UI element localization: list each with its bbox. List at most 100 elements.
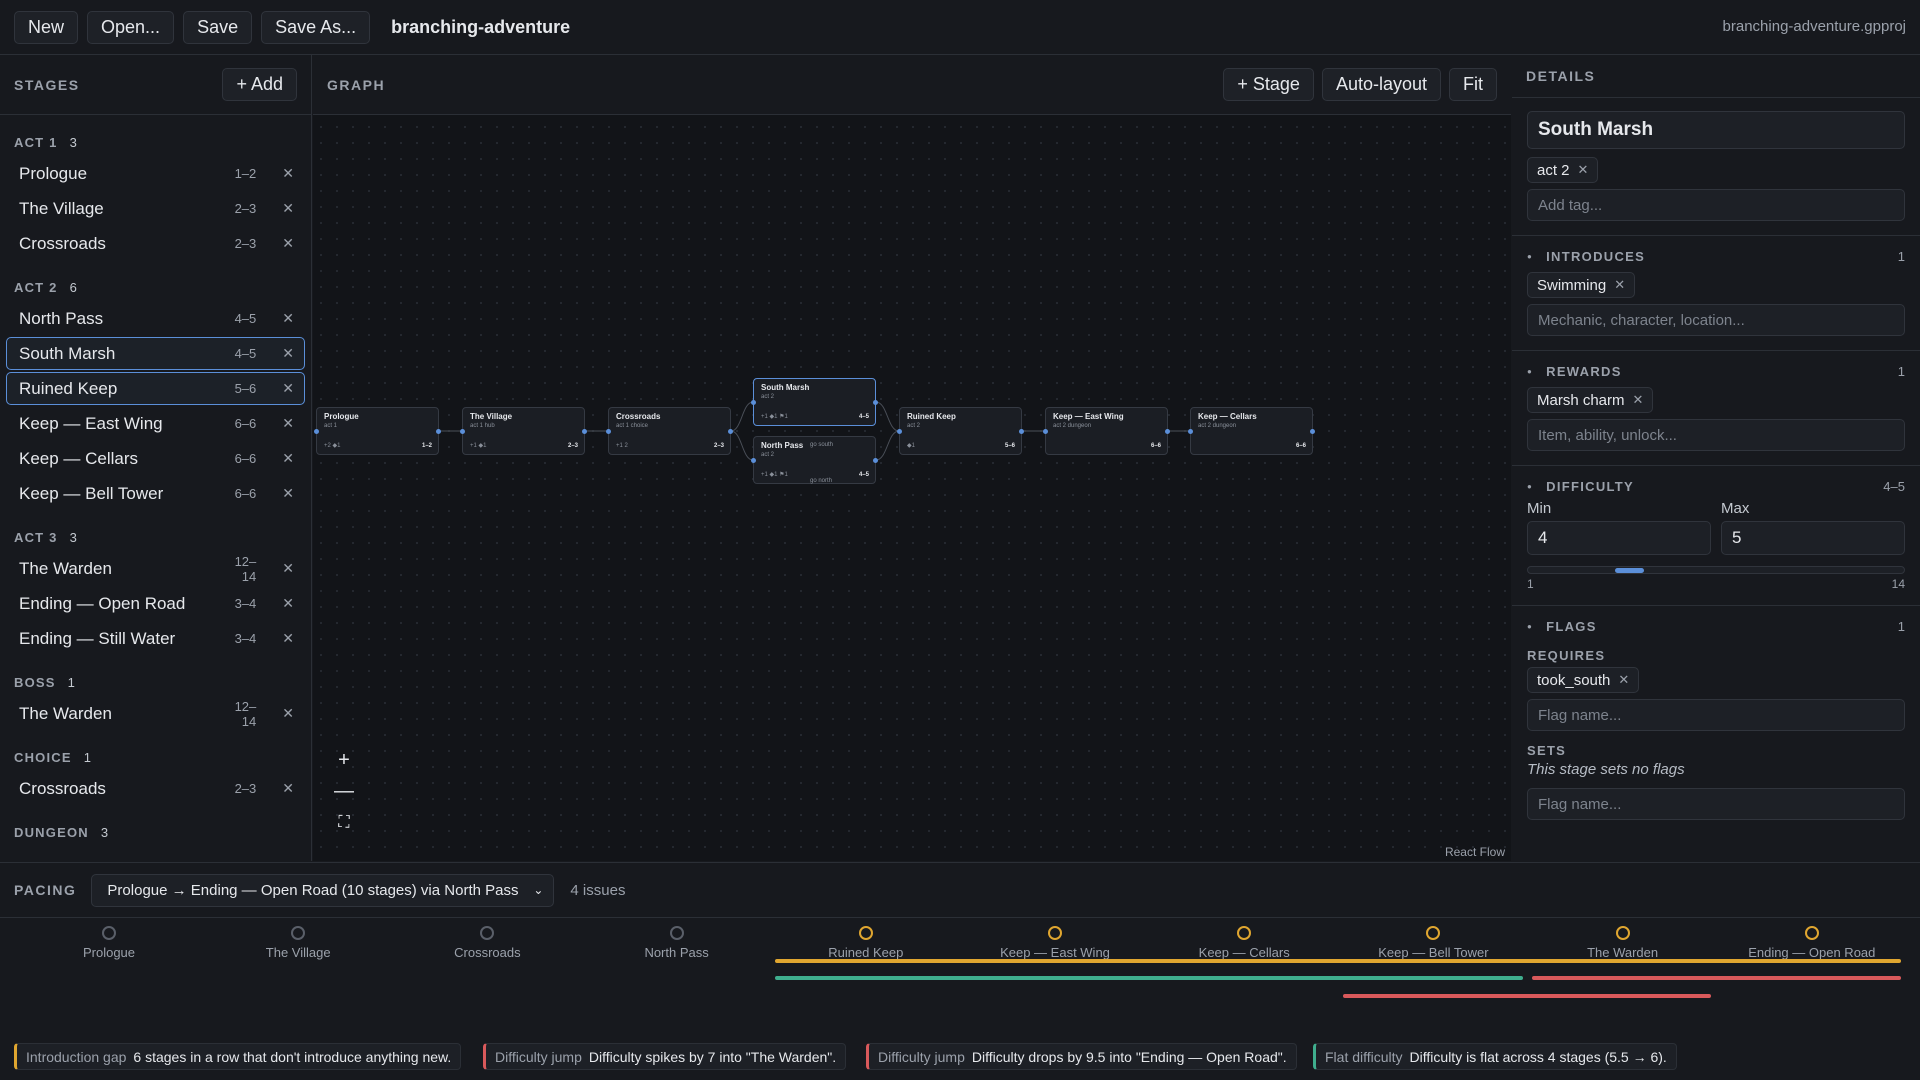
zoom-in-icon[interactable]: +	[330, 747, 358, 774]
fit-button[interactable]: Fit	[1449, 68, 1497, 101]
min-input[interactable]: 4	[1527, 521, 1711, 555]
graph-edge[interactable]	[875, 430, 900, 461]
graph-node[interactable]: Keep — Cellars act 2 dungeon 6–6	[1188, 407, 1315, 455]
stage-list-item[interactable]: Ending — Still Water 3–4 ✕	[6, 622, 305, 655]
issue-item[interactable]: Difficulty jump Difficulty spikes by 7 in…	[483, 1043, 847, 1070]
graph-canvas[interactable]: Prologue act 1 +2 ◆1 1–2 The Village act…	[313, 55, 1511, 861]
input-port-icon[interactable]	[314, 429, 319, 434]
input-port-icon[interactable]	[1043, 429, 1048, 434]
max-input[interactable]: 5	[1721, 521, 1905, 555]
delete-stage-icon[interactable]: ✕	[282, 450, 294, 467]
stage-list-item[interactable]: The Warden 12–14 ✕	[6, 552, 305, 585]
output-port-icon[interactable]	[1019, 429, 1024, 434]
delete-stage-icon[interactable]: ✕	[282, 705, 294, 722]
pacing-stage-node[interactable]: Keep — Cellars	[1149, 926, 1339, 960]
graph-node[interactable]: The Village act 1 hub +1 ◆1 2–3	[460, 407, 587, 455]
pacing-stage-node[interactable]: The Village	[203, 926, 393, 960]
path-select[interactable]: Prologue → Ending — Open Road (10 stages…	[91, 873, 555, 907]
pacing-stage-node[interactable]: The Warden	[1528, 926, 1718, 960]
issue-range-bar[interactable]	[775, 959, 1901, 963]
pacing-stage-node[interactable]: Keep — Bell Tower	[1338, 926, 1528, 960]
input-port-icon[interactable]	[751, 400, 756, 405]
save-as-button[interactable]: Save As...	[261, 10, 371, 44]
stage-name-input[interactable]: South Marsh	[1527, 111, 1905, 149]
new-button[interactable]: New	[14, 10, 79, 44]
pacing-stage-node[interactable]: Prologue	[14, 926, 204, 960]
remove-introduces-icon[interactable]: ✕	[1614, 277, 1625, 293]
sets-flag-input[interactable]: Flag name...	[1527, 788, 1905, 820]
introduces-input[interactable]: Mechanic, character, location...	[1527, 304, 1905, 336]
stage-list-item[interactable]: The Village 2–3 ✕	[6, 192, 305, 225]
stage-list-item[interactable]: Keep — Cellars 6–6 ✕	[6, 442, 305, 475]
graph-panel[interactable]: Prologue act 1 +2 ◆1 1–2 The Village act…	[313, 55, 1511, 861]
open-button[interactable]: Open...	[87, 10, 175, 44]
add-tag-input[interactable]: Add tag...	[1527, 189, 1905, 221]
input-port-icon[interactable]	[751, 458, 756, 463]
issue-item[interactable]: Difficulty jump Difficulty drops by 9.5 i…	[866, 1043, 1297, 1070]
output-port-icon[interactable]	[873, 400, 878, 405]
delete-stage-icon[interactable]: ✕	[282, 630, 294, 647]
collapse-icon[interactable]: ●	[1527, 622, 1533, 631]
output-port-icon[interactable]	[728, 429, 733, 434]
add-stage-button[interactable]: + Add	[222, 68, 297, 101]
pacing-stage-node[interactable]: Keep — East Wing	[960, 926, 1150, 960]
difficulty-range-fill[interactable]	[1614, 568, 1644, 573]
stage-list-item[interactable]: Ruined Keep 5–6 ✕	[6, 372, 305, 405]
pacing-stage-node[interactable]: Ruined Keep	[771, 926, 961, 960]
pacing-stage-node[interactable]: Crossroads	[392, 926, 582, 960]
input-port-icon[interactable]	[897, 429, 902, 434]
stage-list-item[interactable]: South Marsh 4–5 ✕	[6, 337, 305, 370]
stage-list-item[interactable]: Crossroads 2–3 ✕	[6, 772, 305, 805]
stage-list-item[interactable]: Keep — East Wing 6–6 ✕	[6, 407, 305, 440]
delete-stage-icon[interactable]: ✕	[282, 415, 294, 432]
graph-node[interactable]: Ruined Keep act 2 ◆1 5–6	[897, 407, 1024, 455]
collapse-icon[interactable]: ●	[1527, 367, 1533, 376]
output-port-icon[interactable]	[873, 458, 878, 463]
graph-edge[interactable]	[730, 430, 754, 461]
collapse-icon[interactable]: ●	[1527, 482, 1533, 491]
stage-list-item[interactable]: Ending — Open Road 3–4 ✕	[6, 587, 305, 620]
auto-layout-button[interactable]: Auto-layout	[1321, 68, 1441, 101]
stage-list-item[interactable]: The Warden 12–14 ✕	[6, 697, 305, 730]
delete-stage-icon[interactable]: ✕	[282, 235, 294, 252]
rewards-input[interactable]: Item, ability, unlock...	[1527, 419, 1905, 451]
fit-view-icon[interactable]: ⛶	[330, 809, 358, 836]
save-button[interactable]: Save	[183, 10, 253, 44]
remove-reward-icon[interactable]: ✕	[1633, 392, 1644, 408]
react-flow-attribution[interactable]: React Flow	[1445, 845, 1505, 859]
output-port-icon[interactable]	[436, 429, 441, 434]
remove-tag-icon[interactable]: ✕	[1578, 162, 1589, 178]
graph-node[interactable]: Prologue act 1 +2 ◆1 1–2	[314, 407, 441, 455]
output-port-icon[interactable]	[582, 429, 587, 434]
output-port-icon[interactable]	[1310, 429, 1315, 434]
difficulty-range-slider[interactable]	[1527, 566, 1905, 574]
delete-stage-icon[interactable]: ✕	[282, 165, 294, 182]
stage-list-item[interactable]: North Pass 4–5 ✕	[6, 302, 305, 335]
add-graph-stage-button[interactable]: + Stage	[1223, 68, 1314, 101]
stage-list-item[interactable]: Keep — Bell Tower 6–6 ✕	[6, 477, 305, 510]
input-port-icon[interactable]	[1188, 429, 1193, 434]
pacing-stage-node[interactable]: North Pass	[582, 926, 772, 960]
delete-stage-icon[interactable]: ✕	[282, 380, 294, 397]
graph-edge[interactable]	[730, 401, 754, 432]
issue-range-bar[interactable]	[775, 976, 1523, 980]
delete-stage-icon[interactable]: ✕	[282, 310, 294, 327]
graph-node[interactable]: South Marsh act 2 +1 ◆1 ⚑1 4–5	[751, 378, 878, 426]
graph-edge[interactable]	[875, 401, 900, 432]
delete-stage-icon[interactable]: ✕	[282, 780, 294, 797]
delete-stage-icon[interactable]: ✕	[282, 200, 294, 217]
issue-item[interactable]: Flat difficulty Difficulty is flat across…	[1313, 1043, 1677, 1070]
graph-node[interactable]: Keep — East Wing act 2 dungeon 6–6	[1043, 407, 1170, 455]
issue-range-bar[interactable]	[1343, 994, 1711, 998]
requires-flag-input[interactable]: Flag name...	[1527, 699, 1905, 731]
pacing-stage-node[interactable]: Ending — Open Road	[1717, 926, 1907, 960]
delete-stage-icon[interactable]: ✕	[282, 595, 294, 612]
stage-list-item[interactable]: Crossroads 2–3 ✕	[6, 227, 305, 260]
collapse-icon[interactable]: ●	[1527, 252, 1533, 261]
input-port-icon[interactable]	[460, 429, 465, 434]
delete-stage-icon[interactable]: ✕	[282, 560, 294, 577]
output-port-icon[interactable]	[1165, 429, 1170, 434]
delete-stage-icon[interactable]: ✕	[282, 345, 294, 362]
graph-node[interactable]: Crossroads act 1 choice +1 2 2–3	[606, 407, 733, 455]
zoom-out-icon[interactable]: —	[330, 778, 358, 805]
